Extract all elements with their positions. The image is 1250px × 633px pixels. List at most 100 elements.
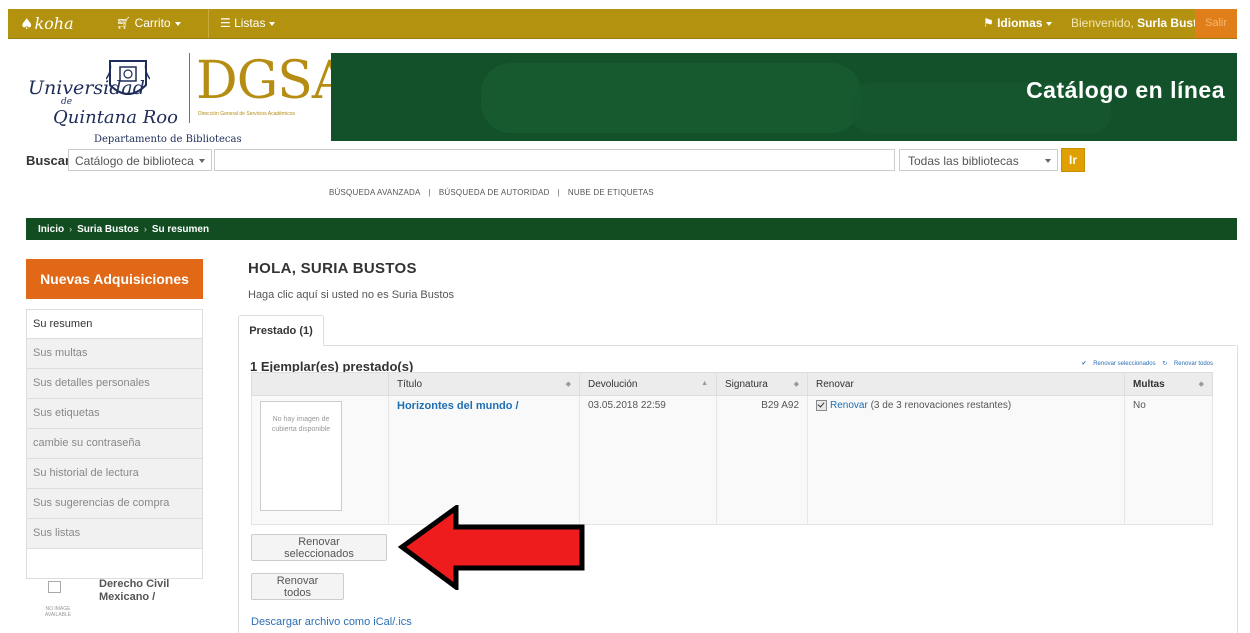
dgsa-subtitle: Dirección General de Servicios Académico… (198, 111, 295, 117)
renew-all-link[interactable]: ↻ Renovar todos (1162, 361, 1213, 367)
divider (208, 9, 209, 38)
renew-checkbox[interactable] (816, 400, 827, 411)
renew-links: ✔ Renovar seleccionados ↻ Renovar todos (1077, 360, 1213, 367)
image-placeholder-icon (48, 581, 61, 593)
red-arrow-annotation-icon (398, 505, 585, 590)
chevron-down-icon (174, 21, 181, 26)
university-name-line1: Universidad (28, 77, 145, 99)
sort-ascending-icon: ▲ (701, 380, 708, 387)
renew-link[interactable]: Renovar (830, 400, 868, 411)
breadcrumb-home[interactable]: Inicio (38, 224, 64, 235)
column-header-title[interactable]: Título ◆ (388, 372, 580, 396)
checkouts-table: Título ◆ Devolución ▲ Signatura ◆ Renovar M… (251, 372, 1213, 525)
top-navbar: ♠koha 🛒︎ Carrito ☰ Listas ⚑ Idiomas Bien… (8, 9, 1237, 39)
university-name-de: de (61, 97, 73, 107)
divider: | (428, 188, 431, 197)
column-header-fines-label: Multas (1133, 378, 1165, 390)
sidebar-item-tags[interactable]: Sus etiquetas (26, 399, 203, 429)
breadcrumb-separator-icon: › (143, 224, 147, 234)
new-acquisitions-button[interactable]: Nuevas Adquisiciones (26, 259, 203, 299)
breadcrumb-summary[interactable]: Su resumen (152, 224, 209, 235)
search-go-button[interactable]: Ir (1061, 148, 1085, 172)
department-name: Departamento de Bibliotecas (94, 134, 242, 145)
lists-menu[interactable]: ☰ Listas (220, 9, 276, 38)
koha-logo[interactable]: ♠koha (20, 9, 74, 38)
renewals-remaining: (3 de 3 renovaciones restantes) (870, 400, 1012, 412)
koha-logo-text: koha (34, 14, 74, 33)
koha-leaf-icon: ♠ (20, 15, 34, 33)
column-header-fines[interactable]: Multas ◆ (1124, 372, 1213, 396)
tag-cloud-link[interactable]: NUBE DE ETIQUETAS (568, 188, 654, 197)
tab-bar: Prestado (1) (238, 315, 1236, 346)
no-image-thumbnail: NO IMAGE AVAILABLE (44, 577, 71, 627)
column-header-call-number-label: Signatura (725, 378, 768, 390)
column-header-renew: Renovar (807, 372, 1125, 396)
table-header-row: Título ◆ Devolución ▲ Signatura ◆ Renovar M… (251, 372, 1213, 396)
chevron-down-icon (1046, 21, 1053, 26)
sidebar-item-summary[interactable]: Su resumen (26, 309, 203, 339)
column-header-call-number[interactable]: Signatura ◆ (716, 372, 808, 396)
list-icon: ☰ (220, 16, 235, 30)
new-acquisition-item[interactable]: NO IMAGE AVAILABLE Derecho Civil Mexican… (26, 572, 203, 628)
sidebar-item-change-password[interactable]: cambie su contraseña (26, 429, 203, 459)
not-you-link[interactable]: Haga clic aquí si usted no es Suria Bust… (248, 289, 454, 301)
new-item-title[interactable]: Derecho Civil Mexicano / (99, 578, 203, 604)
logout-button[interactable]: Salir (1195, 9, 1237, 38)
sidebar-item-reading-history[interactable]: Su historial de lectura (26, 459, 203, 489)
cart-menu[interactable]: 🛒︎ Carrito (116, 9, 181, 38)
welcome-message: Bienvenido, Surla Bustos (1071, 9, 1211, 38)
page-title: HOLA, SURIA BUSTOS (248, 260, 417, 277)
dgsa-logo[interactable]: DGSA Dirección General de Servicios Acad… (189, 51, 349, 123)
university-name-line2: Quintana Roo (53, 107, 178, 128)
search-scope-select[interactable]: Catálogo de biblioteca (68, 149, 212, 171)
sort-icon: ◆ (1198, 381, 1204, 388)
breadcrumb-separator-icon: › (69, 224, 73, 234)
renew-all-button[interactable]: Renovar todos (251, 573, 344, 600)
languages-menu[interactable]: ⚑ Idiomas (983, 9, 1053, 38)
renew-selected-button[interactable]: Renovar seleccionados (251, 534, 387, 561)
column-header-cover (251, 372, 389, 396)
banner-texture (481, 63, 861, 133)
breadcrumb-user[interactable]: Suria Bustos (77, 224, 139, 235)
site-header: Universidad de Quintana Roo Departamento… (26, 51, 1237, 145)
renew-selected-link-label: Renovar seleccionados (1093, 361, 1156, 367)
dgsa-text: DGSA (196, 51, 349, 111)
search-label: Buscar (26, 153, 71, 168)
library-select[interactable]: Todas las bibliotecas (899, 149, 1058, 171)
divider: | (557, 188, 560, 197)
sidebar-item-personal-details[interactable]: Sus detalles personales (26, 369, 203, 399)
renew-cell: Renovar (3 de 3 renovaciones restantes) (807, 395, 1125, 525)
table-row: No hay imagen de cubierta disponible Hor… (251, 395, 1213, 525)
search-links: BÚSQUEDA AVANZADA | BÚSQUEDA DE AUTORIDAD |… (329, 188, 654, 197)
no-cover-image: No hay imagen de cubierta disponible (260, 401, 342, 511)
lists-label: Listas (234, 16, 266, 30)
column-header-renew-label: Renovar (816, 378, 854, 390)
search-scope-value: Catálogo de biblioteca (75, 154, 194, 168)
call-number-cell: B29 A92 (716, 395, 808, 525)
authority-search-link[interactable]: BÚSQUEDA DE AUTORIDAD (439, 188, 550, 197)
column-header-due-label: Devolución (588, 378, 638, 390)
cart-icon: 🛒︎ (116, 16, 135, 30)
sidebar-item-purchase-suggestions[interactable]: Sus sugerencias de compra (26, 489, 203, 519)
sidebar-item-fines[interactable]: Sus multas (26, 339, 203, 369)
university-logo[interactable]: Universidad de Quintana Roo Departamento… (26, 55, 242, 145)
download-ical-link[interactable]: Descargar archivo como iCal/.ics (251, 616, 412, 628)
flag-icon: ⚑ (983, 16, 998, 30)
header-banner: Catálogo en línea (331, 53, 1237, 141)
chevron-down-icon (1045, 159, 1051, 163)
sort-icon: ◆ (565, 381, 571, 388)
sidebar-item-lists[interactable]: Sus listas (26, 519, 203, 549)
tab-checked-out[interactable]: Prestado (1) (238, 315, 324, 346)
user-menu: Su resumen Sus multas Sus detalles perso… (26, 309, 203, 579)
due-cell: 03.05.2018 22:59 (579, 395, 717, 525)
sort-icon: ◆ (793, 381, 799, 388)
column-header-due[interactable]: Devolución ▲ (579, 372, 717, 396)
advanced-search-link[interactable]: BÚSQUEDA AVANZADA (329, 188, 421, 197)
cart-label: Carrito (134, 16, 171, 30)
welcome-prefix: Bienvenido, (1071, 16, 1134, 30)
item-title-link[interactable]: Horizontes del mundo / (397, 400, 519, 412)
catalog-title: Catálogo en línea (1026, 77, 1225, 103)
renew-selected-link[interactable]: ✔ Renovar seleccionados (1082, 361, 1156, 367)
fines-cell: No (1124, 395, 1213, 525)
search-input[interactable] (214, 149, 895, 171)
